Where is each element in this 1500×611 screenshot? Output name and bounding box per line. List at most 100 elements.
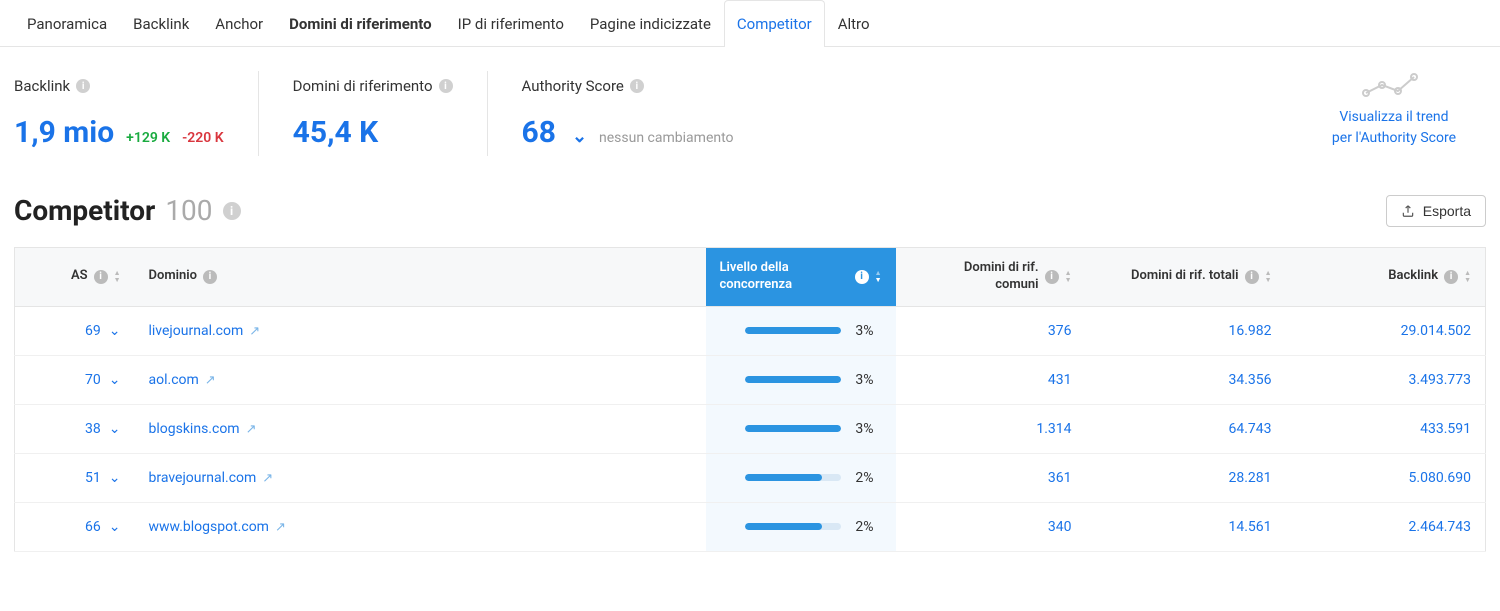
tab-backlink[interactable]: Backlink: [120, 0, 202, 47]
as-cell[interactable]: 66⌄: [29, 519, 121, 535]
metrics-row: Backlink i 1,9 mio +129 K -220 K Domini …: [0, 47, 1500, 180]
competition-pct: 3%: [855, 421, 873, 437]
external-link-icon[interactable]: ↗: [249, 324, 260, 339]
info-icon[interactable]: i: [223, 202, 241, 220]
metric-backlinks-delta-down: -220 K: [182, 130, 223, 146]
table-row: 69⌄ livejournal.com ↗ 3% 376 16.982 29.014.502: [15, 306, 1486, 355]
col-domain[interactable]: Dominioi: [135, 248, 706, 307]
chevron-down-icon: ⌄: [109, 372, 121, 388]
common-value[interactable]: 431: [1048, 372, 1072, 388]
table-row: 38⌄ blogskins.com ↗ 3% 1.314 64.743 433.591: [15, 404, 1486, 453]
tab-panoramica[interactable]: Panoramica: [14, 0, 120, 47]
info-icon: i: [855, 270, 869, 284]
external-link-icon[interactable]: ↗: [246, 422, 257, 437]
info-icon: i: [1245, 270, 1259, 284]
competitor-table: ASi▲▼ Dominioi Livello della concorrenza…: [14, 247, 1486, 552]
total-value[interactable]: 28.281: [1228, 470, 1271, 486]
competition-pct: 3%: [855, 323, 873, 339]
sort-icon: ▲▼: [1065, 270, 1072, 284]
tab-anchor[interactable]: Anchor: [202, 0, 276, 47]
col-as[interactable]: ASi▲▼: [15, 248, 135, 307]
tab-altro[interactable]: Altro: [825, 0, 883, 47]
table-row: 66⌄ www.blogspot.com ↗ 2% 340 14.561 2.464.743: [15, 502, 1486, 551]
tab-domini-di-riferimento[interactable]: Domini di riferimento: [276, 0, 445, 47]
info-icon: i: [1444, 270, 1458, 284]
competitor-section: Competitor 100 i Esporta ASi▲▼ Dominioi …: [0, 180, 1500, 566]
domain-link[interactable]: bravejournal.com: [149, 470, 257, 486]
table-row: 70⌄ aol.com ↗ 3% 431 34.356 3.493.773: [15, 355, 1486, 404]
common-value[interactable]: 1.314: [1036, 421, 1071, 437]
common-value[interactable]: 376: [1048, 323, 1072, 339]
competition-bar: 3%: [720, 372, 882, 388]
table-body: 69⌄ livejournal.com ↗ 3% 376 16.982 29.014.502…: [15, 306, 1486, 551]
total-value[interactable]: 16.982: [1228, 323, 1271, 339]
total-value[interactable]: 34.356: [1228, 372, 1271, 388]
as-cell[interactable]: 38⌄: [29, 421, 121, 437]
section-title: Competitor: [14, 194, 155, 227]
chevron-down-icon: ⌄: [109, 421, 121, 437]
competition-bar: 3%: [720, 421, 882, 437]
backlinks-value[interactable]: 29.014.502: [1401, 323, 1471, 339]
domain-link[interactable]: blogskins.com: [149, 421, 240, 437]
backlinks-value[interactable]: 3.493.773: [1409, 372, 1471, 388]
info-icon[interactable]: i: [76, 79, 90, 93]
tab-pagine-indicizzate[interactable]: Pagine indicizzate: [577, 0, 724, 47]
info-icon[interactable]: i: [630, 79, 644, 93]
sort-icon: ▲▼: [114, 270, 121, 284]
metric-refdomains-value: 45,4 K: [293, 115, 379, 150]
metric-authority: Authority Score i 68 ⌄ nessun cambiamento: [487, 71, 768, 156]
col-total[interactable]: Domini di rif. totalii▲▼: [1086, 248, 1286, 307]
section-header: Competitor 100 i Esporta: [14, 180, 1486, 247]
as-cell[interactable]: 51⌄: [29, 470, 121, 486]
competition-bar: 2%: [720, 519, 882, 535]
info-icon: i: [1045, 270, 1059, 284]
trend-block[interactable]: Visualizza il trend per l'Authority Scor…: [1302, 71, 1486, 149]
sparkline-icon: [1362, 71, 1426, 101]
tab-ip-di-riferimento[interactable]: IP di riferimento: [445, 0, 577, 47]
trend-link[interactable]: Visualizza il trend per l'Authority Scor…: [1332, 107, 1456, 149]
domain-link[interactable]: livejournal.com: [149, 323, 244, 339]
sort-icon: ▲▼: [875, 270, 882, 284]
tab-competitor[interactable]: Competitor: [724, 0, 825, 47]
info-icon[interactable]: i: [439, 79, 453, 93]
metric-refdomains: Domini di riferimento i 45,4 K: [258, 71, 487, 156]
metric-authority-label: Authority Score: [522, 77, 624, 95]
chevron-down-icon: ⌄: [109, 323, 121, 339]
external-link-icon[interactable]: ↗: [262, 471, 273, 486]
as-cell[interactable]: 70⌄: [29, 372, 121, 388]
metric-backlinks-delta-up: +129 K: [126, 130, 170, 146]
external-link-icon[interactable]: ↗: [275, 520, 286, 535]
domain-link[interactable]: aol.com: [149, 372, 199, 388]
chevron-down-icon[interactable]: ⌄: [572, 126, 587, 147]
sort-icon: ▲▼: [1265, 270, 1272, 284]
info-icon: i: [94, 270, 108, 284]
external-link-icon[interactable]: ↗: [205, 373, 216, 388]
common-value[interactable]: 340: [1048, 519, 1072, 535]
chevron-down-icon: ⌄: [109, 470, 121, 486]
export-icon: [1401, 204, 1415, 218]
domain-link[interactable]: www.blogspot.com: [149, 519, 269, 535]
total-value[interactable]: 14.561: [1228, 519, 1271, 535]
backlinks-value[interactable]: 433.591: [1420, 421, 1471, 437]
competition-pct: 2%: [855, 519, 873, 535]
metric-backlinks-value: 1,9 mio: [14, 115, 114, 150]
competition-pct: 3%: [855, 372, 873, 388]
total-value[interactable]: 64.743: [1228, 421, 1271, 437]
common-value[interactable]: 361: [1048, 470, 1072, 486]
metric-authority-value: 68: [522, 115, 556, 150]
metric-backlinks-label: Backlink: [14, 77, 70, 95]
col-competition[interactable]: Livello della concorrenzai▲▼: [706, 248, 896, 307]
as-cell[interactable]: 69⌄: [29, 323, 121, 339]
metric-authority-sub: nessun cambiamento: [599, 130, 734, 146]
metric-refdomains-label: Domini di riferimento: [293, 77, 433, 95]
backlinks-value[interactable]: 5.080.690: [1409, 470, 1471, 486]
tabs-bar: PanoramicaBacklinkAnchorDomini di riferi…: [0, 0, 1500, 47]
backlinks-value[interactable]: 2.464.743: [1409, 519, 1471, 535]
competition-bar: 3%: [720, 323, 882, 339]
info-icon: i: [203, 270, 217, 284]
export-button[interactable]: Esporta: [1386, 195, 1486, 227]
chevron-down-icon: ⌄: [109, 519, 121, 535]
col-backlinks[interactable]: Backlinki▲▼: [1286, 248, 1486, 307]
competition-pct: 2%: [855, 470, 873, 486]
col-common[interactable]: Domini di rif. comunii▲▼: [896, 248, 1086, 307]
